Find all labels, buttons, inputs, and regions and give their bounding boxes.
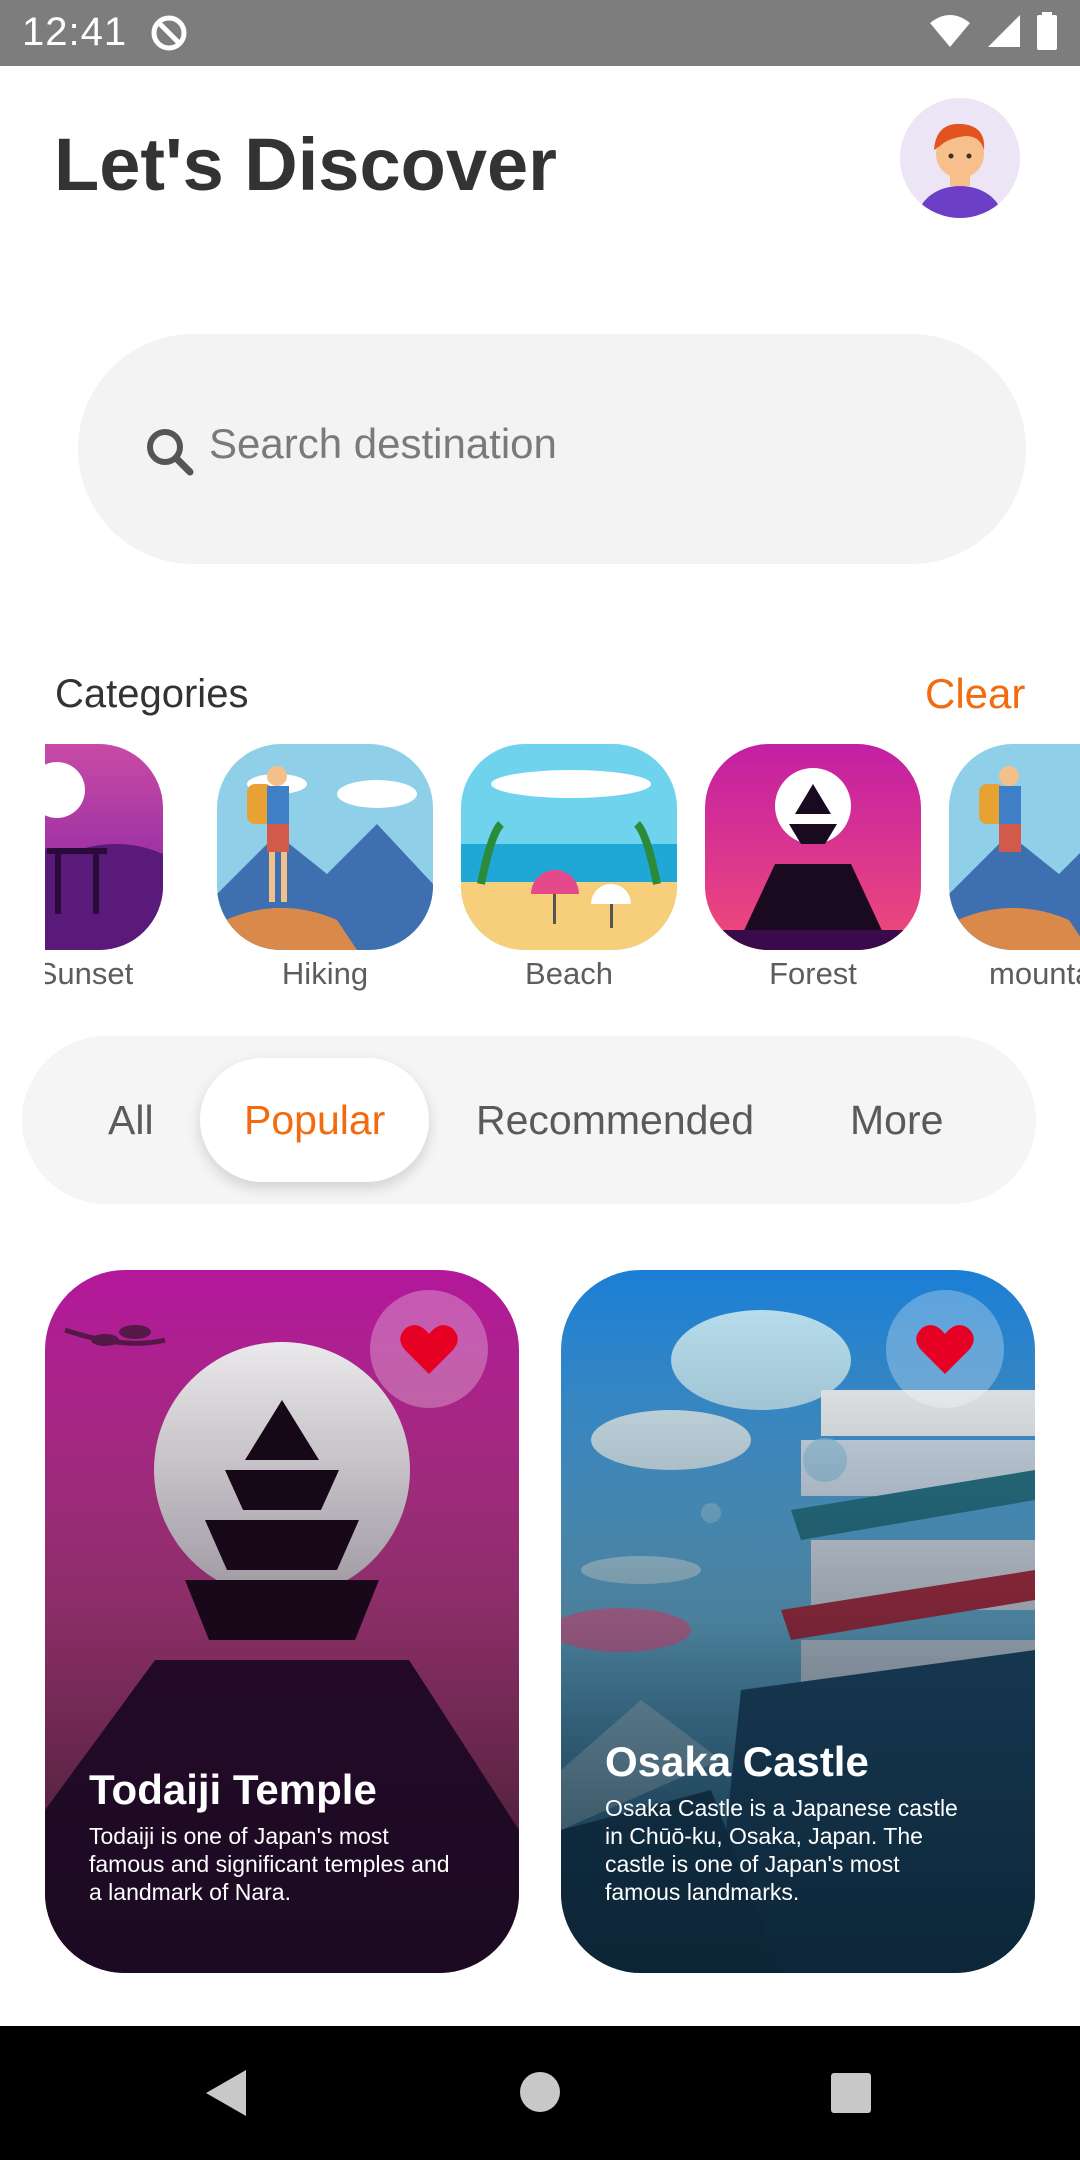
wifi-icon	[928, 13, 972, 54]
card-description: Osaka Castle is a Japanese castle in Chū…	[605, 1794, 958, 1906]
destination-card-osaka[interactable]: Osaka Castle Osaka Castle is a Japanese …	[561, 1270, 1035, 1973]
heart-icon	[916, 1325, 974, 1374]
card-description-line: famous landmarks.	[605, 1879, 800, 1905]
card-description-line: a landmark of Nara.	[89, 1879, 291, 1905]
category-label: Beach	[525, 956, 613, 991]
card-title: Todaiji Temple	[89, 1766, 377, 1813]
card-title: Osaka Castle	[605, 1738, 869, 1785]
recents-icon[interactable]	[830, 2072, 872, 2119]
navigation-bar	[0, 2026, 1080, 2160]
category-label: Sunset	[45, 956, 134, 991]
sunset-thumbnail	[45, 744, 163, 950]
card-description-line: in Chūō-ku, Osaka, Japan. The	[605, 1823, 923, 1849]
back-icon[interactable]	[204, 2068, 248, 2123]
status-bar: 12:41	[0, 0, 1080, 66]
forest-thumbnail	[705, 744, 921, 950]
destination-card-todaiji[interactable]: Todaiji Temple Todaiji is one of Japan's…	[45, 1270, 519, 1973]
category-label: Hiking	[281, 956, 369, 991]
categories-heading: Categories	[55, 672, 249, 716]
category-beach[interactable]: Beach	[461, 744, 677, 992]
search-icon	[144, 426, 196, 483]
favorite-button[interactable]	[886, 1290, 1004, 1408]
heart-icon	[400, 1325, 458, 1374]
favorite-button[interactable]	[370, 1290, 488, 1408]
card-description: Todaiji is one of Japan's most famous an…	[89, 1822, 450, 1906]
category-hiking[interactable]: Hiking	[217, 744, 433, 992]
tab-more[interactable]: More	[850, 1036, 943, 1204]
search-input[interactable]: Search destination	[78, 334, 1026, 564]
avatar[interactable]	[900, 98, 1020, 218]
status-time: 12:41	[22, 10, 128, 54]
beach-thumbnail	[461, 744, 677, 950]
card-description-line: famous and significant temples and	[89, 1851, 450, 1877]
signal-icon	[986, 13, 1022, 54]
category-mountain[interactable]: mountain	[949, 744, 1080, 992]
tab-recommended[interactable]: Recommended	[476, 1036, 754, 1204]
category-sunset[interactable]: Sunset	[45, 744, 163, 992]
search-placeholder: Search destination	[209, 420, 557, 467]
clear-categories-button[interactable]: Clear	[925, 670, 1025, 718]
card-description-line: Todaiji is one of Japan's most	[89, 1823, 389, 1849]
filter-tabs: All Popular Recommended More	[22, 1036, 1036, 1204]
home-icon[interactable]	[518, 2070, 562, 2119]
battery-icon	[1036, 12, 1058, 55]
card-description-line: Osaka Castle is a Japanese castle	[605, 1795, 958, 1821]
category-label: mountain	[989, 956, 1080, 991]
category-label: Forest	[769, 956, 857, 991]
category-forest[interactable]: Forest	[705, 744, 921, 992]
tab-all[interactable]: All	[108, 1036, 154, 1204]
categories-carousel[interactable]: Sunset Hiking Beach Forest mount	[45, 744, 1080, 1000]
hiking-thumbnail	[217, 744, 433, 950]
sync-icon	[148, 12, 190, 59]
card-description-line: castle is one of Japan's most	[605, 1851, 900, 1877]
tab-popular[interactable]: Popular	[200, 1058, 430, 1182]
page-title: Let's Discover	[54, 123, 557, 206]
mountain-thumbnail	[949, 744, 1080, 950]
